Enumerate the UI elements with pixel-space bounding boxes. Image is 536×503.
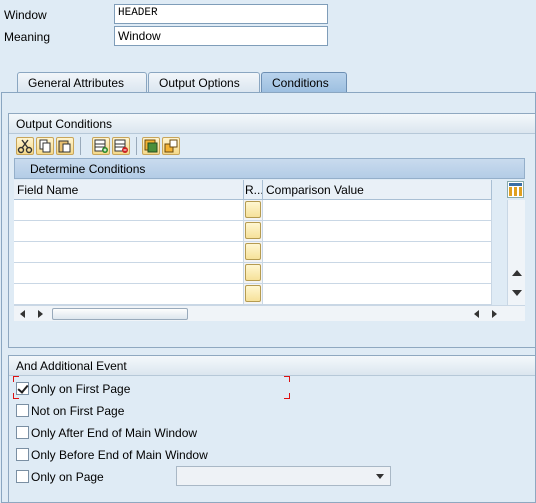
relation-cell xyxy=(244,200,263,221)
column-header-relation[interactable]: R... xyxy=(244,180,263,200)
toolbar-separator xyxy=(80,137,81,155)
delete-row-icon[interactable] xyxy=(112,137,130,155)
paste-icon[interactable] xyxy=(56,137,74,155)
scroll-right-icon[interactable] xyxy=(38,310,43,318)
option-label: Not on First Page xyxy=(31,404,125,418)
tab-label: General Attributes xyxy=(28,76,125,90)
not-on-first-page-checkbox[interactable] xyxy=(16,404,29,417)
tab-label: Output Options xyxy=(159,76,240,90)
tab-general-attributes[interactable]: General Attributes xyxy=(17,72,147,92)
scroll-right-icon[interactable] xyxy=(492,310,497,318)
field-name-cell[interactable] xyxy=(14,200,244,221)
option-label: Only Before End of Main Window xyxy=(31,448,208,462)
relation-button[interactable] xyxy=(245,285,261,302)
comparison-value-cell[interactable] xyxy=(263,200,492,221)
additional-event-title: And Additional Event xyxy=(9,356,535,376)
window-field[interactable]: HEADER xyxy=(114,4,328,24)
table-row xyxy=(14,284,492,305)
option-label: Only After End of Main Window xyxy=(31,426,198,440)
option-label: Only on Page xyxy=(31,470,104,484)
field-name-cell[interactable] xyxy=(14,263,244,284)
only-on-first-page-checkbox[interactable] xyxy=(16,382,29,395)
table-row xyxy=(14,200,492,221)
relation-button[interactable] xyxy=(245,201,261,218)
comparison-value-cell[interactable] xyxy=(263,263,492,284)
column-header-comparison-value[interactable]: Comparison Value xyxy=(263,180,492,200)
relation-cell xyxy=(244,284,263,305)
comparison-value-cell[interactable] xyxy=(263,242,492,263)
comparison-value-cell[interactable] xyxy=(263,221,492,242)
table-row xyxy=(14,242,492,263)
relation-cell xyxy=(244,242,263,263)
column-header-field-name[interactable]: Field Name xyxy=(14,180,244,200)
window-label: Window xyxy=(4,8,47,22)
tab-label: Conditions xyxy=(272,76,329,90)
vertical-scrollbar[interactable] xyxy=(507,200,525,305)
cut-icon[interactable] xyxy=(16,137,34,155)
scroll-left-icon[interactable] xyxy=(20,310,25,318)
toolbar-separator xyxy=(136,137,137,155)
comparison-value-cell[interactable] xyxy=(263,284,492,305)
chevron-down-icon[interactable] xyxy=(376,474,384,479)
option-label: Only on First Page xyxy=(31,382,131,396)
conditions-table-body xyxy=(14,200,492,305)
relation-button[interactable] xyxy=(245,243,261,260)
tab-output-options[interactable]: Output Options xyxy=(148,72,260,92)
scroll-left-icon[interactable] xyxy=(474,310,479,318)
tab-conditions[interactable]: Conditions xyxy=(261,72,347,92)
scroll-thumb[interactable] xyxy=(52,308,188,320)
focus-marker xyxy=(284,393,290,399)
field-name-cell[interactable] xyxy=(14,242,244,263)
table-row xyxy=(14,221,492,242)
meaning-label: Meaning xyxy=(4,30,51,44)
insert-row-icon[interactable] xyxy=(92,137,110,155)
output-conditions-title: Output Conditions xyxy=(9,114,535,134)
select-all-icon[interactable] xyxy=(142,137,160,155)
deselect-icon[interactable] xyxy=(162,137,180,155)
relation-cell xyxy=(244,221,263,242)
copy-icon[interactable] xyxy=(36,137,54,155)
horizontal-scrollbar[interactable] xyxy=(14,305,525,321)
field-name-cell[interactable] xyxy=(14,284,244,305)
only-before-end-of-main-window-checkbox[interactable] xyxy=(16,448,29,461)
only-on-page-checkbox[interactable] xyxy=(16,470,29,483)
field-name-cell[interactable] xyxy=(14,221,244,242)
column-settings-icon[interactable] xyxy=(507,181,524,198)
relation-cell xyxy=(244,263,263,284)
table-toolbar xyxy=(14,136,204,156)
table-row xyxy=(14,263,492,284)
relation-button[interactable] xyxy=(245,264,261,281)
determine-conditions-caption: Determine Conditions xyxy=(14,158,525,179)
focus-marker xyxy=(284,376,290,382)
only-after-end-of-main-window-checkbox[interactable] xyxy=(16,426,29,439)
scroll-up-icon[interactable] xyxy=(512,270,522,276)
page-select[interactable] xyxy=(176,466,391,486)
scroll-down-icon[interactable] xyxy=(512,290,522,296)
relation-button[interactable] xyxy=(245,222,261,239)
meaning-field[interactable]: Window xyxy=(114,26,328,46)
